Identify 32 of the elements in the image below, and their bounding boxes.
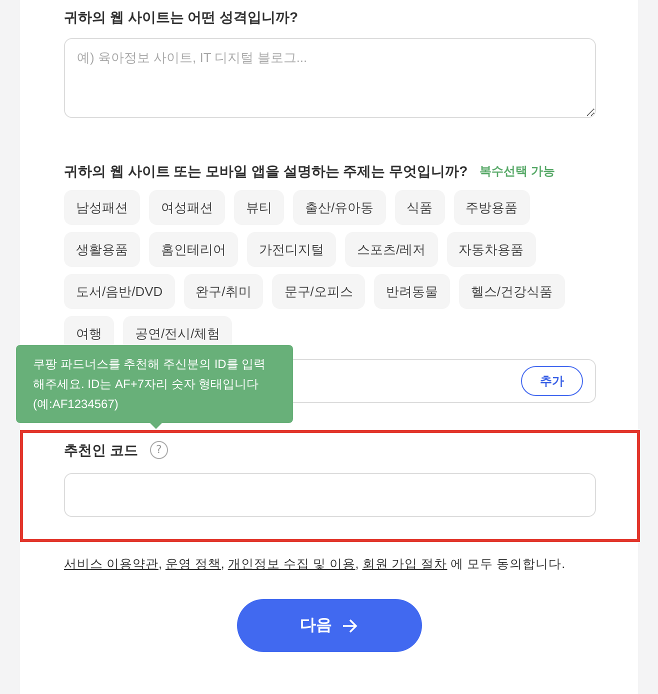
arrow-right-icon	[342, 618, 358, 632]
referral-code-field[interactable]	[64, 473, 596, 517]
terms-link[interactable]: 운영 정책	[165, 557, 221, 571]
topic-tag[interactable]: 생활용품	[64, 232, 140, 267]
referral-label: 추천인 코드	[64, 441, 138, 460]
question-label: 귀하의 웹 사이트 또는 모바일 앱을 설명하는 주제는 무엇입니까?	[64, 162, 468, 181]
terms-link[interactable]: 회원 가입 절차	[362, 557, 448, 571]
topic-tag[interactable]: 반려동물	[374, 274, 450, 309]
add-button[interactable]: 추가	[521, 366, 583, 396]
tooltip: 쿠팡 파드너스를 추천해 주신분의 ID를 입력해주세요. ID는 AF+7자리 숫자 형태입니다 (예:AF1234567)	[16, 345, 293, 423]
topic-tag[interactable]: 완구/취미	[184, 274, 264, 309]
topic-tag[interactable]: 헬스/건강식품	[458, 274, 565, 309]
multi-select-note: 복수선택 가능	[480, 163, 556, 180]
terms-link[interactable]: 서비스 이용약관	[64, 557, 158, 571]
topic-tag[interactable]: 도서/음반/DVD	[64, 274, 175, 309]
topic-tag[interactable]: 스포츠/레저	[345, 232, 438, 267]
topic-tag[interactable]: 여성패션	[149, 190, 225, 225]
next-button[interactable]: 다음	[236, 599, 422, 652]
topic-tag[interactable]: 자동차용품	[446, 232, 536, 267]
topic-tag[interactable]: 주방용품	[454, 190, 530, 225]
site-type-field[interactable]: 예) 육아정보 사이트, IT 디지털 블로그...	[64, 38, 596, 118]
topic-tag[interactable]: 뷰티	[234, 190, 284, 225]
agreement-text: 서비스 이용약관, 운영 정책, 개인정보 수집 및 이용, 회원 가입 절차 에 모두 동의합니다.	[64, 556, 566, 573]
topic-tag[interactable]: 가전디지털	[247, 232, 336, 267]
tooltip-pointer	[150, 423, 162, 429]
topic-tag[interactable]: 홈인테리어	[149, 232, 238, 267]
topic-tag[interactable]: 문구/오피스	[272, 274, 365, 309]
terms-link[interactable]: 개인정보 수집 및 이용	[228, 557, 356, 571]
topic-tag[interactable]: 남성패션	[64, 190, 140, 225]
topic-tag[interactable]: 출산/유아동	[293, 190, 386, 225]
topic-tag[interactable]: 식품	[394, 190, 445, 225]
question-label: 귀하의 웹 사이트는 어떤 성격입니까?	[64, 8, 300, 27]
